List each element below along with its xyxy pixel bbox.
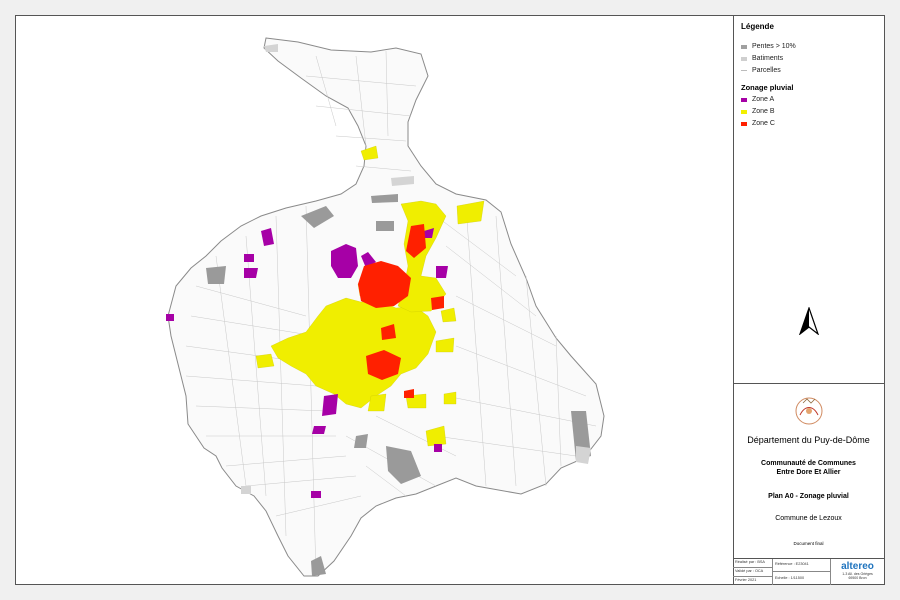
brand-name: altereo [841, 561, 874, 572]
legend-label: Pentes > 10% [752, 43, 796, 50]
legend-item-parcels: Parcelles [741, 67, 781, 74]
legend-label: Parcelles [752, 67, 781, 74]
document-status: Document final [793, 541, 824, 546]
legend-item-zone-c: Zone C [741, 120, 775, 127]
zoning-title: Zonage pluvial [741, 83, 794, 92]
ville-de-lezoux-logo [783, 387, 835, 435]
legend-item-zone-b: Zone B [741, 108, 775, 115]
community-line-2: Entre Dore Et Allier [776, 469, 841, 476]
buildings-swatch [741, 56, 747, 61]
side-panel: Légende Pentes > 10% Batiments Parcelles… [733, 16, 884, 585]
legend-item-zone-a: Zone A [741, 96, 774, 103]
legend-label: Batiments [752, 55, 784, 62]
map-sheet: Légende Pentes > 10% Batiments Parcelles… [15, 15, 885, 585]
legend: Légende Pentes > 10% Batiments Parcelles… [733, 16, 884, 384]
zoning-map [166, 37, 605, 577]
commune-name: Commune de Lezoux [775, 515, 842, 522]
reference-field: Référence : E23041 [773, 559, 831, 572]
zone-b-swatch [741, 109, 747, 114]
legend-item-buildings: Batiments [741, 55, 783, 62]
brand-address-2: 69500 Bron [848, 576, 867, 580]
plan-title: Plan A0 - Zonage pluvial [768, 493, 849, 500]
legend-label: Zone C [752, 120, 775, 127]
parcels-swatch [741, 70, 747, 71]
realise-par: Réalisé par : BSA [733, 559, 773, 568]
scale-field: Echelle : 1/11500 [773, 572, 831, 585]
department-title: Département du Puy-de-Dôme [747, 435, 870, 445]
community-line-1: Communauté de Communes [761, 460, 856, 467]
legend-label: Zone B [752, 108, 775, 115]
legend-item-slopes: Pentes > 10% [741, 43, 796, 50]
zone-c-swatch [741, 121, 747, 126]
title-block: Département du Puy-de-Dôme Communauté de… [733, 383, 884, 585]
altereo-logo: altereo 1-3 All. des Grièges 69500 Bron [831, 560, 884, 584]
slopes-swatch [741, 44, 747, 49]
map-view[interactable] [16, 16, 734, 584]
legend-title: Légende [741, 22, 774, 31]
north-arrow-icon [798, 306, 820, 340]
valide-par: Validé par : OCA [733, 568, 773, 577]
legend-label: Zone A [752, 96, 775, 103]
info-table: Réalisé par : BSA Validé par : OCA Févri… [733, 558, 884, 585]
date-field: Février 2021 [733, 577, 773, 585]
zone-a-swatch [741, 97, 747, 102]
community-name: Communauté de Communes Entre Dore Et All… [733, 459, 884, 477]
